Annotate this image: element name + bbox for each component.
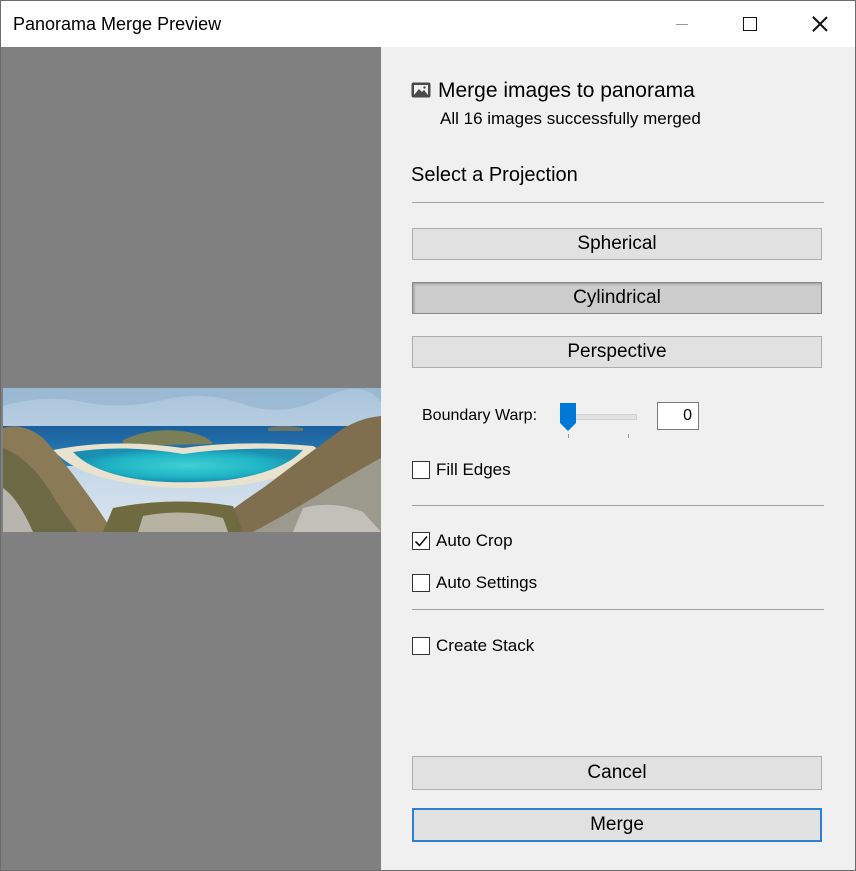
cylindrical-button[interactable]: Cylindrical xyxy=(412,282,822,314)
dialog-heading: Merge images to panorama xyxy=(438,79,695,102)
divider xyxy=(412,609,824,610)
maximize-button[interactable] xyxy=(715,1,785,47)
fill-edges-option[interactable]: Fill Edges xyxy=(412,460,511,480)
spherical-button-label: Spherical xyxy=(577,233,657,254)
spherical-button[interactable]: Spherical xyxy=(412,228,822,260)
panorama-merge-dialog: Panorama Merge Preview Merge images to p… xyxy=(0,0,856,871)
fill-edges-label: Fill Edges xyxy=(436,460,511,479)
cancel-button-label: Cancel xyxy=(587,762,647,783)
fill-edges-checkbox[interactable] xyxy=(412,461,430,479)
auto-settings-option[interactable]: Auto Settings xyxy=(412,573,537,593)
boundary-warp-slider[interactable] xyxy=(559,401,641,438)
projection-section-label: Select a Projection xyxy=(411,164,578,186)
cylindrical-button-label: Cylindrical xyxy=(573,287,661,308)
slider-tick xyxy=(628,434,629,438)
close-button[interactable] xyxy=(785,1,855,47)
minimize-icon xyxy=(676,23,688,25)
title-bar: Panorama Merge Preview xyxy=(1,1,855,47)
image-icon xyxy=(411,82,431,98)
auto-crop-checkbox[interactable] xyxy=(412,532,430,550)
cancel-button[interactable]: Cancel xyxy=(412,756,822,790)
merge-button[interactable]: Merge xyxy=(412,808,822,842)
auto-settings-checkbox[interactable] xyxy=(412,574,430,592)
panorama-preview-image xyxy=(3,388,381,532)
boundary-warp-value-field[interactable]: 0 xyxy=(657,402,699,430)
settings-panel: Merge images to panorama All 16 images s… xyxy=(381,47,855,870)
merge-button-label: Merge xyxy=(590,814,644,835)
create-stack-checkbox[interactable] xyxy=(412,637,430,655)
slider-thumb[interactable] xyxy=(560,403,576,431)
auto-crop-option[interactable]: Auto Crop xyxy=(412,531,513,551)
merge-status-text: All 16 images successfully merged xyxy=(440,109,701,128)
minimize-button[interactable] xyxy=(647,1,717,47)
perspective-button[interactable]: Perspective xyxy=(412,336,822,368)
divider xyxy=(412,202,824,203)
perspective-button-label: Perspective xyxy=(567,341,667,362)
maximize-icon xyxy=(743,17,757,31)
checkmark-icon xyxy=(414,535,428,547)
auto-crop-label: Auto Crop xyxy=(436,531,513,550)
boundary-warp-label: Boundary Warp: xyxy=(422,407,538,424)
create-stack-label: Create Stack xyxy=(436,636,535,655)
panorama-preview-pane xyxy=(1,47,381,870)
slider-tick xyxy=(568,434,569,438)
divider xyxy=(412,505,824,506)
create-stack-option[interactable]: Create Stack xyxy=(412,636,534,656)
auto-settings-label: Auto Settings xyxy=(436,573,538,592)
slider-track xyxy=(567,414,637,420)
window-title: Panorama Merge Preview xyxy=(13,14,222,34)
close-icon xyxy=(812,16,828,32)
